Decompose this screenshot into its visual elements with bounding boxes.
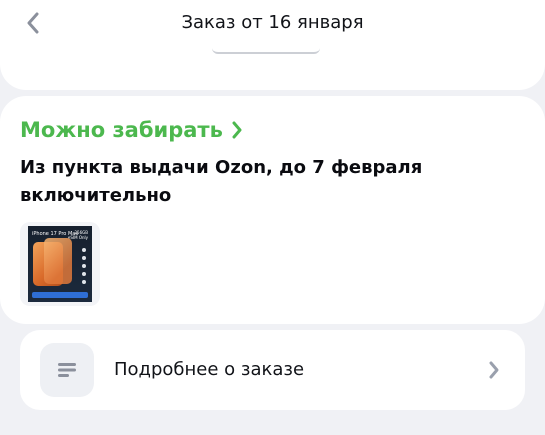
product-image-badge: 256GB eSIM Only bbox=[68, 230, 88, 240]
status-title: Можно забирать bbox=[20, 118, 223, 142]
product-thumbnail[interactable]: iPhone 17 Pro Max 256GB eSIM Only bbox=[20, 222, 100, 306]
order-details-button[interactable]: Подробнее о заказе bbox=[20, 330, 525, 410]
status-link[interactable]: Можно забирать bbox=[20, 118, 243, 142]
chevron-right-icon bbox=[489, 361, 499, 379]
pickup-description: Из пункта выдачи Ozon, до 7 февраля вклю… bbox=[20, 157, 423, 206]
details-icon-box bbox=[40, 343, 94, 397]
color-dots bbox=[82, 248, 86, 284]
page-title: Заказ от 16 января bbox=[181, 12, 364, 33]
list-lines-icon bbox=[58, 363, 76, 377]
chevron-right-icon bbox=[232, 121, 242, 139]
product-image: iPhone 17 Pro Max 256GB eSIM Only bbox=[28, 226, 92, 302]
header-bar: Заказ от 16 января bbox=[0, 0, 545, 90]
product-image-bar bbox=[32, 292, 88, 298]
header-divider bbox=[0, 46, 545, 54]
order-status-card: Можно забирать Из пункта выдачи Ozon, до… bbox=[0, 96, 545, 324]
phone-front-shape bbox=[44, 238, 72, 284]
order-details-label: Подробнее о заказе bbox=[114, 359, 305, 380]
